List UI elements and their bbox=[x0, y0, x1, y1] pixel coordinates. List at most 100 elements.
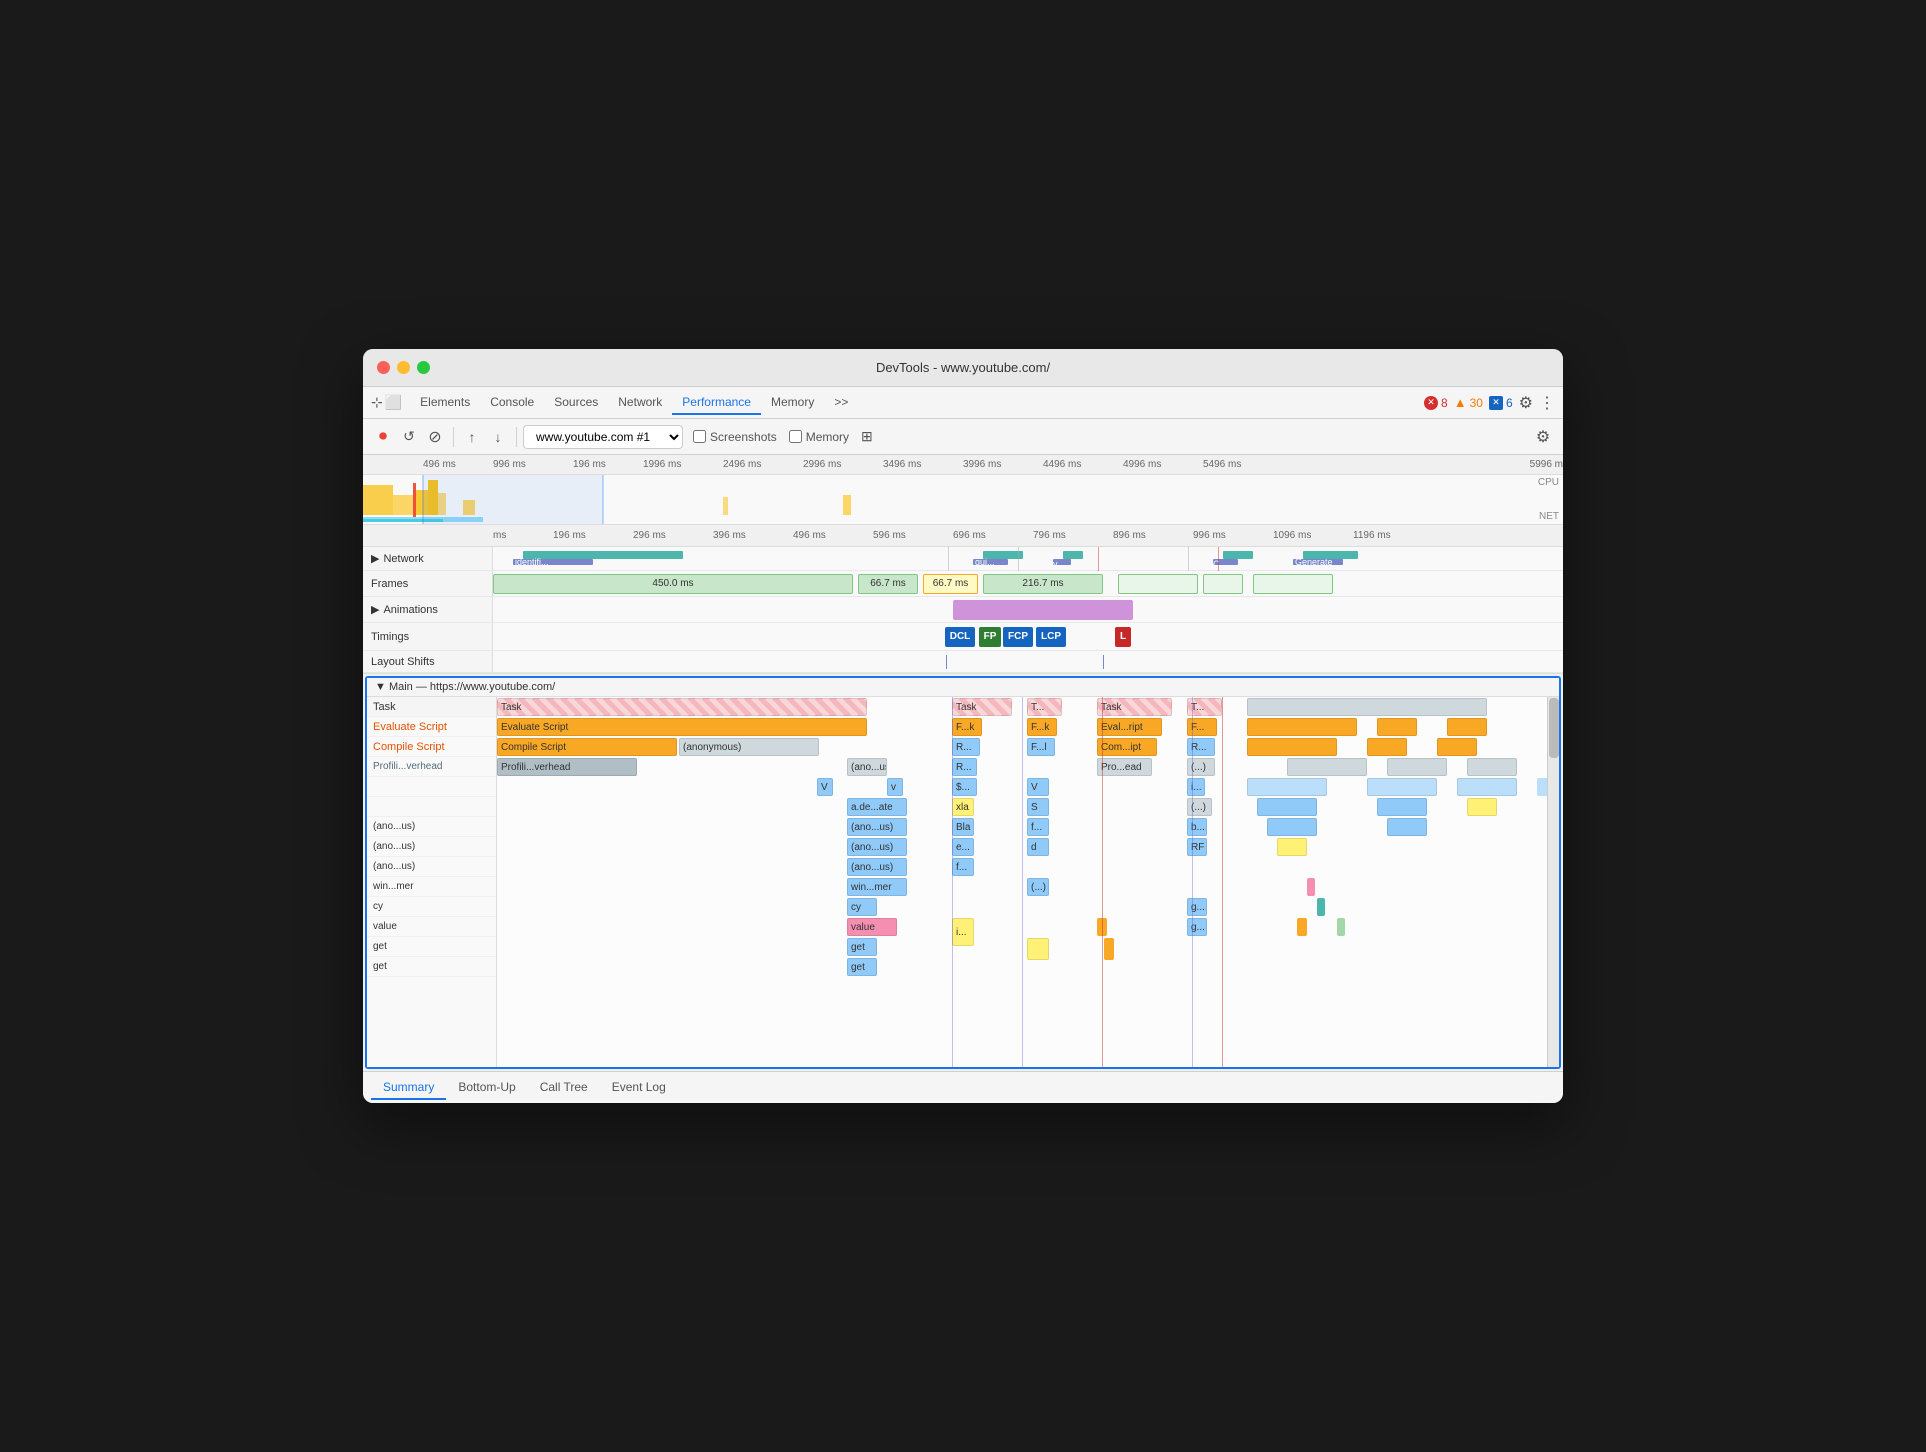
tab-more[interactable]: >> bbox=[824, 391, 858, 415]
winmer-bar: win...mer bbox=[847, 878, 907, 896]
prof-proead: Pro...ead bbox=[1097, 758, 1152, 776]
upload-button[interactable]: ↑ bbox=[460, 425, 484, 449]
warning-icon: ▲ bbox=[1454, 395, 1467, 410]
download-button[interactable]: ↓ bbox=[486, 425, 510, 449]
net-bar-5 bbox=[1063, 551, 1083, 559]
settings-icon[interactable]: ⚙ bbox=[1519, 393, 1533, 413]
device-toolbar-icon[interactable]: ⬜ bbox=[385, 394, 402, 411]
anon-bar1: (ano...us) bbox=[847, 818, 907, 836]
eval-bar-fk1: F...k bbox=[952, 718, 982, 736]
frame-2: 66.7 ms bbox=[858, 574, 918, 594]
label-compile: Compile Script bbox=[367, 737, 496, 757]
yellow-tall2 bbox=[1027, 938, 1049, 960]
get-bar1: get bbox=[847, 938, 877, 956]
animations-label: ▶ Animations bbox=[363, 597, 493, 622]
label-anon2: (ano...us) bbox=[367, 837, 496, 857]
net-bar-2: identifi... bbox=[513, 559, 593, 565]
warning-badge[interactable]: ▲ 30 bbox=[1454, 395, 1483, 410]
label-anon1: (ano...us) bbox=[367, 817, 496, 837]
tab-bottom-up[interactable]: Bottom-Up bbox=[446, 1076, 527, 1100]
e-bar: e... bbox=[952, 838, 974, 856]
badge-group: ✕ 8 ▲ 30 ✕ 6 ⚙ ⋮ bbox=[1424, 393, 1555, 413]
frame-6 bbox=[1203, 574, 1243, 594]
tab-event-log[interactable]: Event Log bbox=[600, 1076, 678, 1100]
cpu-graph bbox=[363, 475, 1563, 524]
devtools-window: DevTools - www.youtube.com/ ⊹ ⬜ Elements… bbox=[363, 349, 1563, 1103]
flame-chart: Task Evaluate Script Compile Script Prof… bbox=[367, 697, 1559, 1067]
timings-label: Timings bbox=[363, 623, 493, 650]
clear-button[interactable]: ⊘ bbox=[423, 425, 447, 449]
task-bar-1: Task bbox=[497, 698, 867, 716]
value-bar: value bbox=[847, 918, 897, 936]
bla-bar: Bla bbox=[952, 818, 974, 836]
timing-l: L bbox=[1115, 627, 1131, 647]
label-get2: get bbox=[367, 957, 496, 977]
dots-bar2: (...) bbox=[1027, 878, 1049, 896]
animations-track: ▶ Animations bbox=[363, 597, 1563, 623]
compile-big bbox=[1247, 738, 1337, 756]
screenshots-checkbox[interactable] bbox=[693, 430, 706, 443]
inspect-icon[interactable]: ⊹ bbox=[371, 394, 383, 411]
eval-bar-1: Evaluate Script bbox=[497, 718, 867, 736]
error-badge[interactable]: ✕ 8 bbox=[1424, 396, 1448, 410]
tab-performance[interactable]: Performance bbox=[672, 391, 761, 415]
divider2 bbox=[516, 427, 517, 447]
xla-bar: xla bbox=[952, 798, 974, 816]
screenshots-checkbox-label[interactable]: Screenshots bbox=[693, 430, 777, 444]
reload-button[interactable]: ↺ bbox=[397, 425, 421, 449]
capture-settings-button[interactable]: ⚙ bbox=[1531, 425, 1555, 449]
checkbox-group: Screenshots Memory ⊞ bbox=[693, 428, 873, 445]
tab-sources[interactable]: Sources bbox=[544, 391, 608, 415]
label-v bbox=[367, 777, 496, 797]
guide-line-2 bbox=[1022, 697, 1023, 1067]
animation-bar bbox=[953, 600, 1133, 620]
memory-checkbox[interactable] bbox=[789, 430, 802, 443]
task-bar-gray bbox=[1247, 698, 1487, 716]
flame-canvas: Task Task T... Task T... Evaluate Script… bbox=[497, 697, 1547, 1067]
tab-call-tree[interactable]: Call Tree bbox=[528, 1076, 600, 1100]
tab-memory[interactable]: Memory bbox=[761, 391, 824, 415]
net-bar-6: v... bbox=[1053, 559, 1071, 565]
net-bar-8: C... bbox=[1213, 559, 1238, 565]
scatter-4 bbox=[1277, 838, 1307, 856]
label-empty1 bbox=[367, 797, 496, 817]
close-button[interactable] bbox=[377, 361, 390, 374]
url-select[interactable]: www.youtube.com #1 bbox=[523, 425, 683, 449]
frame-5 bbox=[1118, 574, 1198, 594]
window-title: DevTools - www.youtube.com/ bbox=[876, 360, 1050, 375]
cy-bar: cy bbox=[847, 898, 877, 916]
record-button[interactable]: ⏺ bbox=[371, 425, 395, 449]
scroll-thumb[interactable] bbox=[1549, 698, 1559, 758]
main-section: ▼ Main — https://www.youtube.com/ Task E… bbox=[365, 676, 1561, 1069]
timings-track: Timings DCL FP FCP LCP L bbox=[363, 623, 1563, 651]
tab-summary[interactable]: Summary bbox=[371, 1076, 446, 1100]
issue-badge[interactable]: ✕ 6 bbox=[1489, 396, 1513, 410]
traffic-lights bbox=[377, 361, 430, 374]
title-bar: DevTools - www.youtube.com/ bbox=[363, 349, 1563, 387]
net-bar-10: Generate bbox=[1293, 559, 1343, 565]
network-label: ▶ Network bbox=[363, 547, 493, 570]
frame-3: 66.7 ms bbox=[923, 574, 978, 594]
get-bar2: get bbox=[847, 958, 877, 976]
scatter-1 bbox=[1247, 778, 1327, 796]
right-scrollbar[interactable] bbox=[1547, 697, 1559, 1067]
maximize-button[interactable] bbox=[417, 361, 430, 374]
timeline-container: 496 ms 996 ms 196 ms 1996 ms 2496 ms 299… bbox=[363, 455, 1563, 674]
i-bar1: i... bbox=[1187, 778, 1205, 796]
tab-network[interactable]: Network bbox=[608, 391, 672, 415]
guide-line-3 bbox=[1192, 697, 1193, 1067]
animations-content bbox=[493, 597, 1563, 623]
net-bar-4: gui... bbox=[973, 559, 1008, 565]
more-icon[interactable]: ⋮ bbox=[1539, 393, 1555, 413]
memory-checkbox-label[interactable]: Memory bbox=[789, 430, 849, 444]
tab-console[interactable]: Console bbox=[480, 391, 544, 415]
scatter-5 bbox=[1367, 778, 1437, 796]
ruler-detail: ms 196 ms 296 ms 396 ms 496 ms 596 ms 69… bbox=[363, 525, 1563, 547]
frame-4: 216.7 ms bbox=[983, 574, 1103, 594]
v-bar3: V bbox=[1027, 778, 1049, 796]
minimize-button[interactable] bbox=[397, 361, 410, 374]
memory-settings-icon[interactable]: ⊞ bbox=[861, 428, 873, 445]
label-winmer: win...mer bbox=[367, 877, 496, 897]
flame-labels: Task Evaluate Script Compile Script Prof… bbox=[367, 697, 497, 1067]
tab-elements[interactable]: Elements bbox=[410, 391, 480, 415]
